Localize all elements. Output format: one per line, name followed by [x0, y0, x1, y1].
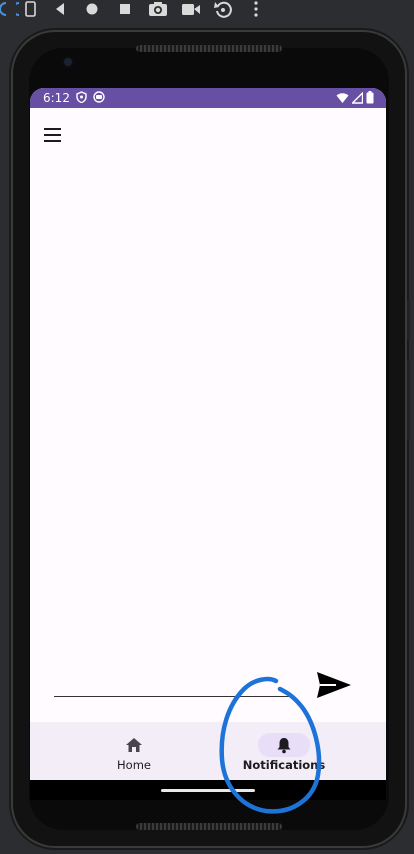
nav-item-home[interactable]: Home [104, 722, 164, 780]
device-icon[interactable] [16, 0, 38, 18]
power-button[interactable] [407, 300, 410, 340]
signal-icon [350, 90, 364, 107]
rotate-left-icon[interactable] [0, 0, 10, 18]
more-icon[interactable] [250, 0, 262, 18]
nav-label-home: Home [117, 758, 151, 772]
bell-icon [277, 738, 291, 754]
bottom-navigation-bar: Home Notifications [30, 722, 386, 780]
send-button[interactable] [316, 669, 352, 701]
app-screen: 6:12 Home Notifications [30, 88, 386, 800]
reset-icon[interactable] [213, 0, 233, 18]
battery-icon [366, 91, 374, 107]
bottom-speaker [136, 823, 282, 830]
message-input-container [54, 672, 290, 698]
status-time: 6:12 [43, 91, 70, 105]
nav-label-notifications: Notifications [242, 758, 326, 772]
back-icon[interactable] [53, 0, 67, 18]
home-icon[interactable] [85, 0, 99, 18]
screenshot-icon[interactable] [147, 0, 169, 18]
shield-icon [76, 90, 87, 106]
status-right-icons [336, 90, 374, 107]
nav-home-indicator [108, 733, 160, 757]
hamburger-menu-icon [44, 128, 64, 142]
status-bar: 6:12 [30, 88, 386, 108]
menu-button[interactable] [44, 128, 64, 144]
send-icon [317, 672, 351, 698]
overview-icon[interactable] [118, 0, 132, 18]
message-input[interactable] [54, 672, 290, 697]
record-icon[interactable] [180, 0, 202, 18]
nav-notifications-indicator [258, 733, 310, 757]
wifi-icon [336, 92, 349, 107]
front-camera [62, 56, 74, 68]
emulator-toolbar [0, 0, 414, 22]
gesture-handle[interactable] [161, 789, 255, 792]
volume-button[interactable] [407, 360, 410, 440]
app-notification-icon [93, 90, 105, 106]
top-speaker [136, 45, 282, 52]
nav-item-notifications[interactable]: Notifications [234, 722, 334, 780]
home-icon [126, 738, 142, 752]
